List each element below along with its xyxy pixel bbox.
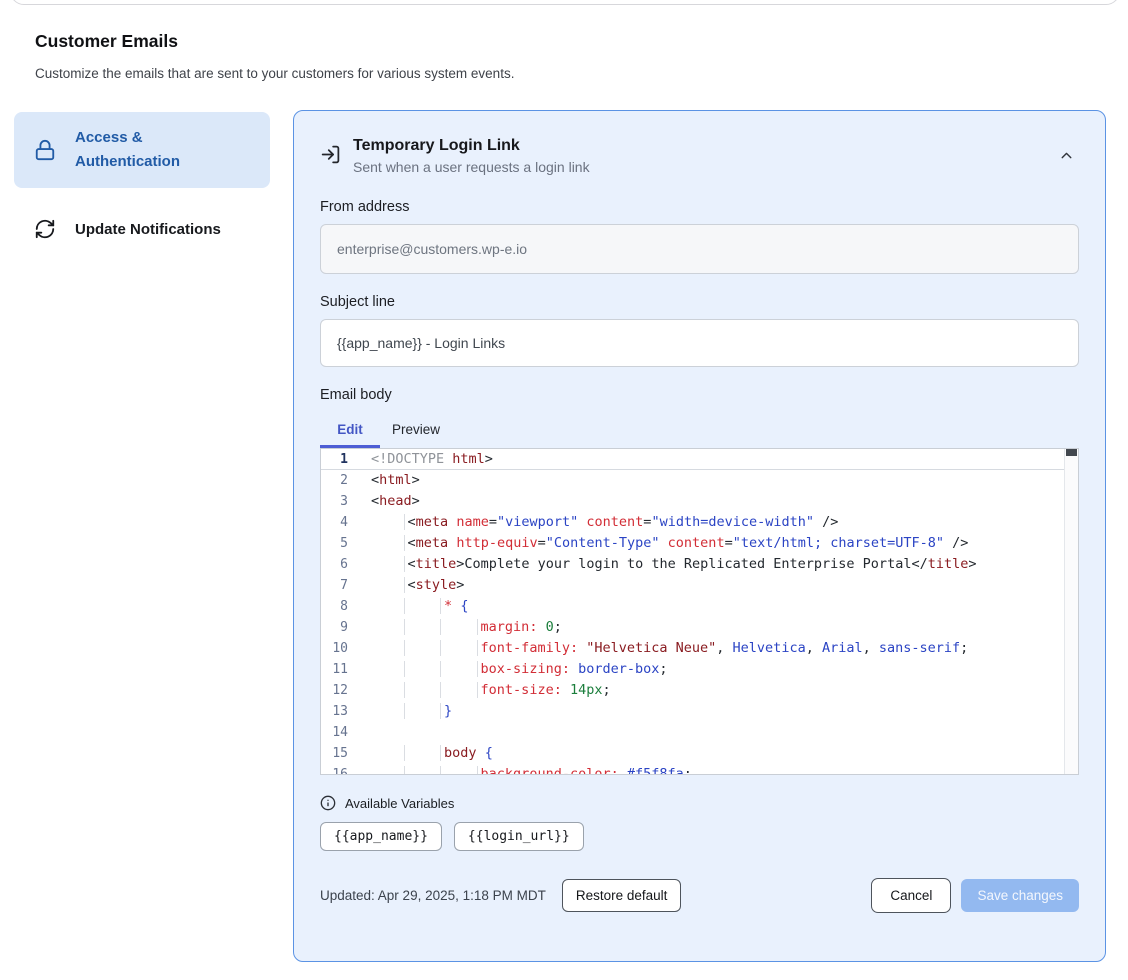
line-number: 6 xyxy=(321,554,371,575)
collapse-panel-button[interactable] xyxy=(1054,143,1079,168)
code-text: <html> xyxy=(371,470,1064,491)
code-line-11: 11 box-sizing: border-box; xyxy=(321,659,1064,680)
code-line-8: 8 * { xyxy=(321,596,1064,617)
code-text: box-sizing: border-box; xyxy=(371,659,1064,680)
line-number: 16 xyxy=(321,764,371,775)
refresh-icon xyxy=(34,218,56,240)
temporary-login-link-panel: Temporary Login Link Sent when a user re… xyxy=(293,110,1106,962)
line-number: 14 xyxy=(321,722,371,743)
line-number: 2 xyxy=(321,470,371,491)
panel-subtitle: Sent when a user requests a login link xyxy=(353,159,1042,175)
code-lines: 1<!DOCTYPE html>2<html>3<head>4 <meta na… xyxy=(321,449,1064,775)
email-body-label: Email body xyxy=(320,387,1079,403)
code-text: } xyxy=(371,701,1064,722)
line-number: 7 xyxy=(321,575,371,596)
previous-card-bottom-edge xyxy=(10,0,1120,5)
code-line-5: 5 <meta http-equiv="Content-Type" conten… xyxy=(321,533,1064,554)
from-address-label: From address xyxy=(320,199,1079,215)
line-number: 4 xyxy=(321,512,371,533)
code-text: <head> xyxy=(371,491,1064,512)
code-text: <meta name="viewport" content="width=dev… xyxy=(371,512,1064,533)
code-line-6: 6 <title>Complete your login to the Repl… xyxy=(321,554,1064,575)
editor-scrollbar-thumb[interactable] xyxy=(1066,449,1077,456)
code-line-7: 7 <style> xyxy=(321,575,1064,596)
code-line-1: 1<!DOCTYPE html> xyxy=(321,449,1064,470)
code-line-14: 14​ xyxy=(321,722,1064,743)
code-line-15: 15 body { xyxy=(321,743,1064,764)
cancel-button[interactable]: Cancel xyxy=(871,878,951,913)
page-title: Customer Emails xyxy=(35,31,178,52)
line-number: 8 xyxy=(321,596,371,617)
code-text: font-family: "Helvetica Neue", Helvetica… xyxy=(371,638,1064,659)
line-number: 9 xyxy=(321,617,371,638)
chevron-up-icon xyxy=(1058,147,1075,164)
code-text: margin: 0; xyxy=(371,617,1064,638)
sidebar-item-label: Update Notifications xyxy=(75,221,221,238)
line-number: 12 xyxy=(321,680,371,701)
subject-line-input[interactable] xyxy=(320,319,1079,367)
email-types-sidebar: Access & Authentication Update Notificati… xyxy=(14,112,270,254)
page-subtitle: Customize the emails that are sent to yo… xyxy=(35,66,514,81)
code-line-16: 16 background-color: #f5f8fa; xyxy=(321,764,1064,775)
line-number: 15 xyxy=(321,743,371,764)
email-body-tabs: EditPreview xyxy=(320,413,1079,448)
panel-title: Temporary Login Link xyxy=(353,137,1042,155)
code-text: background-color: #f5f8fa; xyxy=(371,764,1064,775)
code-line-4: 4 <meta name="viewport" content="width=d… xyxy=(321,512,1064,533)
sidebar-item-label: Access & Authentication xyxy=(75,126,205,174)
line-number: 11 xyxy=(321,659,371,680)
line-number: 13 xyxy=(321,701,371,722)
info-icon xyxy=(320,795,336,811)
code-text: <title>Complete your login to the Replic… xyxy=(371,554,1064,575)
code-text: body { xyxy=(371,743,1064,764)
restore-default-button[interactable]: Restore default xyxy=(562,879,682,912)
code-line-13: 13 } xyxy=(321,701,1064,722)
tab-preview[interactable]: Preview xyxy=(380,413,452,448)
line-number: 1 xyxy=(321,449,371,469)
code-text: <meta http-equiv="Content-Type" content=… xyxy=(371,533,1064,554)
variable-chip-login-url[interactable]: {{login_url}} xyxy=(454,822,584,851)
code-text: * { xyxy=(371,596,1064,617)
panel-footer: Updated: Apr 29, 2025, 1:18 PM MDT Resto… xyxy=(320,878,1079,913)
code-line-10: 10 font-family: "Helvetica Neue", Helvet… xyxy=(321,638,1064,659)
email-body-code-editor[interactable]: 1<!DOCTYPE html>2<html>3<head>4 <meta na… xyxy=(320,448,1079,775)
lock-icon xyxy=(34,139,56,161)
panel-header: Temporary Login Link Sent when a user re… xyxy=(320,137,1079,175)
updated-timestamp: Updated: Apr 29, 2025, 1:18 PM MDT xyxy=(320,888,546,903)
tab-edit[interactable]: Edit xyxy=(320,413,380,448)
variable-chips: {{app_name}} {{login_url}} xyxy=(320,822,1079,851)
code-line-3: 3<head> xyxy=(321,491,1064,512)
code-text: ​ xyxy=(371,722,1064,743)
line-number: 10 xyxy=(321,638,371,659)
log-in-icon xyxy=(320,144,341,165)
code-line-9: 9 margin: 0; xyxy=(321,617,1064,638)
editor-scrollbar[interactable] xyxy=(1064,449,1078,774)
save-changes-button[interactable]: Save changes xyxy=(961,879,1079,912)
sidebar-item-update-notifications[interactable]: Update Notifications xyxy=(14,204,270,254)
code-text: <style> xyxy=(371,575,1064,596)
code-text: <!DOCTYPE html> xyxy=(371,449,1064,469)
code-line-12: 12 font-size: 14px; xyxy=(321,680,1064,701)
code-line-2: 2<html> xyxy=(321,470,1064,491)
sidebar-item-access-authentication[interactable]: Access & Authentication xyxy=(14,112,270,188)
available-variables-label: Available Variables xyxy=(345,796,454,811)
from-address-input[interactable] xyxy=(320,224,1079,274)
variable-chip-app-name[interactable]: {{app_name}} xyxy=(320,822,442,851)
subject-line-label: Subject line xyxy=(320,294,1079,310)
line-number: 5 xyxy=(321,533,371,554)
line-number: 3 xyxy=(321,491,371,512)
code-text: font-size: 14px; xyxy=(371,680,1064,701)
